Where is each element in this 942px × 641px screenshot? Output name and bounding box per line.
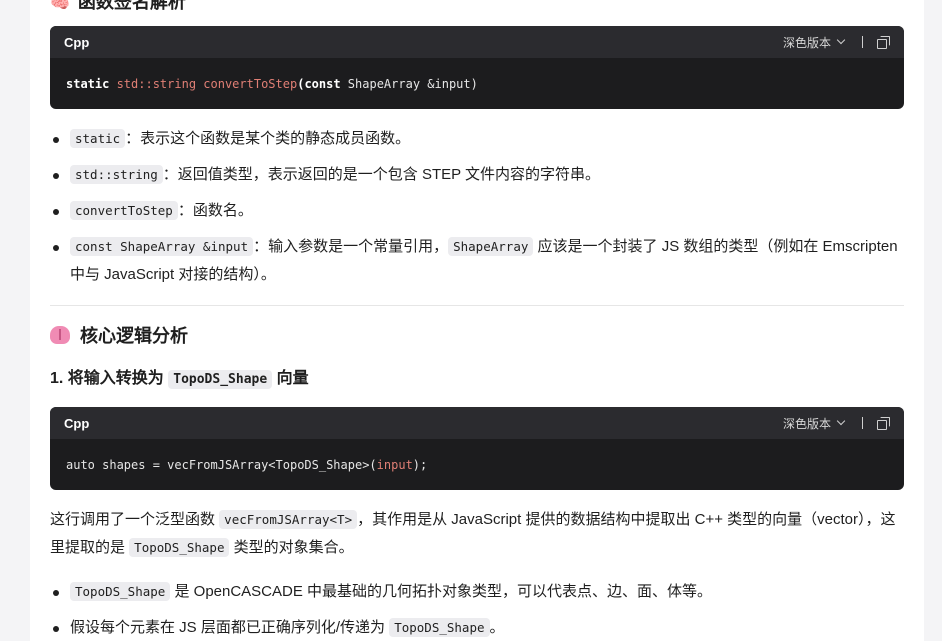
inline-code: std::string	[70, 165, 163, 184]
inline-code: const ShapeArray &input	[70, 237, 254, 256]
section-heading-text: 函数签名解析	[77, 0, 186, 12]
inline-code: TopoDS_Shape	[389, 618, 490, 637]
code-token: );	[412, 457, 428, 472]
paragraph-text: 类型的对象集合。	[229, 539, 354, 556]
code-token: ShapeArray &input)	[347, 76, 478, 91]
code-token: (	[297, 76, 305, 91]
copy-icon[interactable]	[877, 416, 890, 430]
code-token: input	[376, 457, 413, 472]
list-item: std::string ：返回值类型，表示返回的是一个包含 STEP 文件内容的字…	[50, 161, 904, 189]
step-heading: 1. 将输入转换为 TopoDS_Shape 向量	[50, 364, 309, 389]
toolbar-divider	[862, 417, 863, 429]
code-token: auto shapes = vecFromJSArray<TopoDS_Shap…	[66, 457, 377, 472]
section-heading-text: 核心逻辑分析	[80, 326, 188, 346]
code-tools: 深色版本	[783, 415, 890, 432]
chevron-down-icon	[836, 416, 846, 426]
paragraph-text: 这行调用了一个泛型函数	[50, 511, 220, 528]
list-item: convertToStep ：函数名。	[50, 197, 904, 225]
list-item-text: 是 OpenCASCADE 中最基础的几何拓扑对象类型，可以代表点、边、面、体等…	[170, 583, 713, 600]
code-block-conversion: Cpp 深色版本 auto shapes = vecFromJSArray<To…	[50, 407, 904, 490]
step-suffix: 向量	[272, 370, 309, 387]
list-item-text: 假设每个元素在 JS 层面都已正确序列化/传递为	[70, 619, 390, 636]
explanation-paragraph: 这行调用了一个泛型函数 vecFromJSArray<T> ，其作用是从 Java…	[50, 506, 904, 562]
code-token: std::string	[116, 76, 204, 91]
theme-toggle-label: 深色版本	[782, 416, 831, 431]
list-item-text: ：返回值类型，表示返回的是一个包含 STEP 文件内容的字符串。	[162, 166, 601, 183]
theme-toggle-label: 深色版本	[782, 35, 831, 50]
inline-code: static	[70, 129, 126, 148]
code-token: const	[304, 76, 348, 91]
list-item-text: ：输入参数是一个常量引用，	[253, 238, 449, 255]
step-prefix: 1. 将输入转换为	[50, 370, 169, 387]
inline-code: ShapeArray	[448, 237, 534, 256]
code-block-header: Cpp 深色版本	[50, 26, 904, 58]
list-item-text: ：函数名。	[177, 202, 253, 219]
code-language-label: Cpp	[64, 34, 90, 50]
inline-code: TopoDS_Shape	[70, 582, 171, 601]
inline-code: TopoDS_Shape	[129, 538, 230, 557]
list-item: TopoDS_Shape 是 OpenCASCADE 中最基础的几何拓扑对象类型…	[50, 578, 904, 606]
section-heading-partial: 🧠 函数签名解析	[50, 0, 186, 12]
brain-icon	[50, 326, 70, 344]
inline-code: vecFromJSArray<T>	[219, 510, 358, 529]
shape-bullet-list: TopoDS_Shape 是 OpenCASCADE 中最基础的几何拓扑对象类型…	[50, 578, 904, 641]
code-body: auto shapes = vecFromJSArray<TopoDS_Shap…	[50, 439, 904, 490]
signature-bullet-list: static ：表示这个函数是某个类的静态成员函数。 std::string ：返回…	[50, 125, 904, 289]
section-heading: 核心逻辑分析	[50, 322, 188, 348]
section-divider	[50, 305, 904, 306]
list-item-text: 。	[489, 619, 505, 636]
inline-code: TopoDS_Shape	[168, 370, 273, 389]
code-body: static std::string convertToStep(const S…	[50, 58, 904, 109]
code-block-header: Cpp 深色版本	[50, 407, 904, 439]
theme-toggle-button[interactable]: 深色版本	[782, 415, 846, 432]
chevron-down-icon	[836, 35, 846, 45]
copy-icon[interactable]	[877, 35, 890, 49]
brain-emoji-icon: 🧠	[50, 0, 70, 12]
code-language-label: Cpp	[64, 415, 90, 431]
toolbar-divider	[862, 36, 863, 48]
code-token: static	[66, 76, 117, 91]
code-token: convertToStep	[203, 76, 298, 91]
list-item: static ：表示这个函数是某个类的静态成员函数。	[50, 125, 904, 153]
code-block-signature: Cpp 深色版本 static std::string convertToSte…	[50, 26, 904, 109]
list-item: 假设每个元素在 JS 层面都已正确序列化/传递为 TopoDS_Shape。	[50, 614, 904, 641]
inline-code: convertToStep	[70, 201, 178, 220]
list-item: const ShapeArray &input ：输入参数是一个常量引用， Shap…	[50, 233, 904, 289]
theme-toggle-button[interactable]: 深色版本	[782, 34, 846, 51]
list-item-text: ：表示这个函数是某个类的静态成员函数。	[125, 130, 411, 147]
code-tools: 深色版本	[783, 34, 890, 51]
